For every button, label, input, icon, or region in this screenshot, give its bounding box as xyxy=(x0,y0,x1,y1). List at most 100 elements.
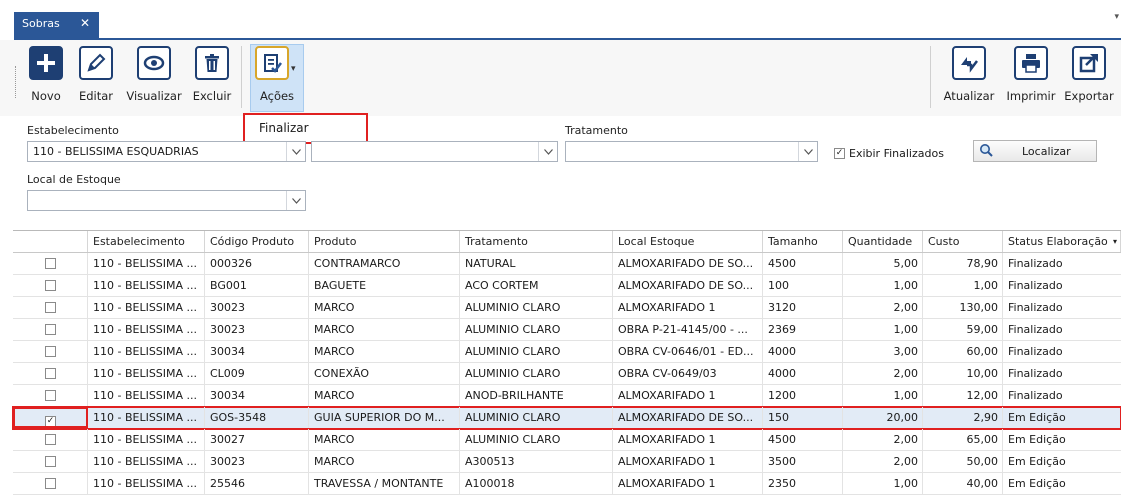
editar-button[interactable]: Editar xyxy=(76,46,116,110)
row-checkbox[interactable] xyxy=(44,478,56,489)
column-header-codigo-produto[interactable]: Código Produto xyxy=(205,231,309,252)
column-header-tratamento[interactable]: Tratamento xyxy=(460,231,613,252)
table-row[interactable]: ✓ 110 - BELISSIMA ... GOS-3548 GUIA SUPERIO… xyxy=(12,406,1121,430)
check-icon[interactable]: ✓ xyxy=(834,148,845,159)
column-header-quantidade[interactable]: Quantidade xyxy=(843,231,923,252)
cell-tratamento: NATURAL xyxy=(460,253,613,274)
cell-tamanho: 4500 xyxy=(763,253,843,274)
cell-status: Finalizado xyxy=(1008,367,1063,380)
excluir-button[interactable]: Excluir xyxy=(191,46,233,110)
cell-quantidade: 1,00 xyxy=(843,275,923,296)
produto-select[interactable] xyxy=(311,141,558,162)
table-row[interactable]: 110 - BELISSIMA ... 25546 TRAVESSA / MONTA… xyxy=(13,473,1121,495)
plus-icon xyxy=(29,46,63,80)
cell-produto: MARCO xyxy=(309,451,460,472)
local-estoque-select[interactable] xyxy=(27,190,306,211)
cell-produto: GUIA SUPERIOR DO M... xyxy=(309,407,460,428)
close-icon[interactable]: ✕ xyxy=(80,16,90,30)
acoes-button[interactable]: ▾ Ações xyxy=(253,46,301,110)
table-row[interactable]: 110 - BELISSIMA ... 000326 CONTRAMARCO NATU… xyxy=(13,253,1121,275)
row-select-cell[interactable]: ✓ xyxy=(13,407,88,428)
cell-tratamento: A300513 xyxy=(460,451,613,472)
row-select-cell[interactable] xyxy=(13,429,88,450)
cell-quantidade: 2,00 xyxy=(843,297,923,318)
exportar-button[interactable]: Exportar xyxy=(1061,46,1117,110)
chevron-down-icon[interactable] xyxy=(286,191,305,210)
menu-item-finalizar[interactable]: Finalizar xyxy=(259,121,309,135)
row-select-cell[interactable] xyxy=(13,297,88,318)
cell-local-estoque: ALMOXARIFADO DE SO... xyxy=(613,275,763,296)
table-row[interactable]: 110 - BELISSIMA ... 30034 MARCO ANOD-BRILHA… xyxy=(13,385,1121,407)
row-checkbox[interactable] xyxy=(44,324,56,335)
row-checkbox[interactable] xyxy=(44,434,56,445)
table-row[interactable]: 110 - BELISSIMA ... CL009 CONEXÃO ALUMINIO … xyxy=(13,363,1121,385)
localizar-button[interactable]: Localizar xyxy=(973,140,1097,162)
sobras-grid: Estabelecimento Código Produto Produto T… xyxy=(12,230,1121,495)
cell-local-estoque: ALMOXARIFADO DE SO... xyxy=(613,253,763,274)
row-checkbox[interactable] xyxy=(44,368,56,379)
table-row[interactable]: 110 - BELISSIMA ... BG001 BAGUETE ACO CORTE… xyxy=(13,275,1121,297)
row-checkbox[interactable] xyxy=(44,346,56,357)
column-header-custo[interactable]: Custo xyxy=(923,231,1003,252)
cell-tamanho: 4000 xyxy=(763,341,843,362)
toolbar-grip[interactable] xyxy=(15,66,18,98)
chevron-down-icon[interactable] xyxy=(538,142,557,161)
table-row[interactable]: 110 - BELISSIMA ... 30023 MARCO A300513 ALMO… xyxy=(13,451,1121,473)
column-header-select[interactable] xyxy=(13,231,88,252)
column-header-local-estoque[interactable]: Local Estoque xyxy=(613,231,763,252)
atualizar-button[interactable]: Atualizar xyxy=(938,46,1000,110)
cell-produto: CONTRAMARCO xyxy=(309,253,460,274)
table-row[interactable]: 110 - BELISSIMA ... 30034 MARCO ALUMINIO CL… xyxy=(13,341,1121,363)
cell-produto: MARCO xyxy=(309,429,460,450)
tratamento-select[interactable] xyxy=(565,141,818,162)
chevron-down-icon[interactable] xyxy=(286,142,305,161)
cell-local-estoque: ALMOXARIFADO 1 xyxy=(613,385,763,406)
row-checkbox[interactable] xyxy=(44,390,56,401)
row-checkbox-checked[interactable]: ✓ xyxy=(45,416,56,426)
cell-quantidade: 2,00 xyxy=(843,451,923,472)
cell-custo: 60,00 xyxy=(923,341,1003,362)
row-select-cell[interactable] xyxy=(13,451,88,472)
cell-local-estoque: ALMOXARIFADO 1 xyxy=(613,451,763,472)
localizar-label: Localizar xyxy=(1022,145,1071,158)
row-select-cell[interactable] xyxy=(13,253,88,274)
exportar-label: Exportar xyxy=(1064,89,1114,103)
atualizar-label: Atualizar xyxy=(943,89,995,103)
novo-button[interactable]: Novo xyxy=(26,46,66,110)
table-row[interactable]: 110 - BELISSIMA ... 30023 MARCO ALUMINIO CL… xyxy=(13,297,1121,319)
cell-estabelecimento: 110 - BELISSIMA ... xyxy=(88,253,205,274)
cell-codigo-produto: CL009 xyxy=(205,363,309,384)
row-select-cell[interactable] xyxy=(13,473,88,494)
tab-menu-chevron-icon[interactable]: ▾ xyxy=(1114,12,1119,22)
table-row[interactable]: 110 - BELISSIMA ... 30027 MARCO ALUMINIO CL… xyxy=(13,429,1121,451)
cell-custo: 50,00 xyxy=(923,451,1003,472)
column-header-status[interactable]: Status Elaboração ▾ xyxy=(1003,231,1121,252)
local-estoque-label: Local de Estoque xyxy=(27,173,121,186)
row-checkbox[interactable] xyxy=(44,280,56,291)
row-select-cell[interactable] xyxy=(13,363,88,384)
exibir-finalizados-checkbox[interactable]: ✓ Exibir Finalizados xyxy=(834,147,944,160)
row-select-cell[interactable] xyxy=(13,385,88,406)
export-icon xyxy=(1072,46,1106,80)
column-header-tamanho[interactable]: Tamanho xyxy=(763,231,843,252)
tab-sobras[interactable]: Sobras ✕ xyxy=(14,12,99,38)
row-select-cell[interactable] xyxy=(13,275,88,296)
column-header-produto[interactable]: Produto xyxy=(309,231,460,252)
row-checkbox[interactable] xyxy=(44,302,56,313)
chevron-down-icon[interactable] xyxy=(798,142,817,161)
visualizar-button[interactable]: Visualizar xyxy=(126,46,182,110)
row-checkbox[interactable] xyxy=(44,456,56,467)
cell-produto: CONEXÃO xyxy=(309,363,460,384)
cell-codigo-produto: 30023 xyxy=(205,451,309,472)
cell-estabelecimento: 110 - BELISSIMA ... xyxy=(88,341,205,362)
row-checkbox[interactable] xyxy=(44,258,56,269)
table-row[interactable]: 110 - BELISSIMA ... 30023 MARCO ALUMINIO CL… xyxy=(13,319,1121,341)
estabelecimento-select[interactable]: 110 - BELISSIMA ESQUADRIAS xyxy=(27,141,306,162)
column-header-estabelecimento[interactable]: Estabelecimento xyxy=(88,231,205,252)
cell-tamanho: 150 xyxy=(763,407,843,428)
row-select-cell[interactable] xyxy=(13,341,88,362)
row-select-cell[interactable] xyxy=(13,319,88,340)
novo-label: Novo xyxy=(31,89,61,103)
imprimir-button[interactable]: Imprimir xyxy=(1006,46,1056,110)
cell-estabelecimento: 110 - BELISSIMA ... xyxy=(88,451,205,472)
